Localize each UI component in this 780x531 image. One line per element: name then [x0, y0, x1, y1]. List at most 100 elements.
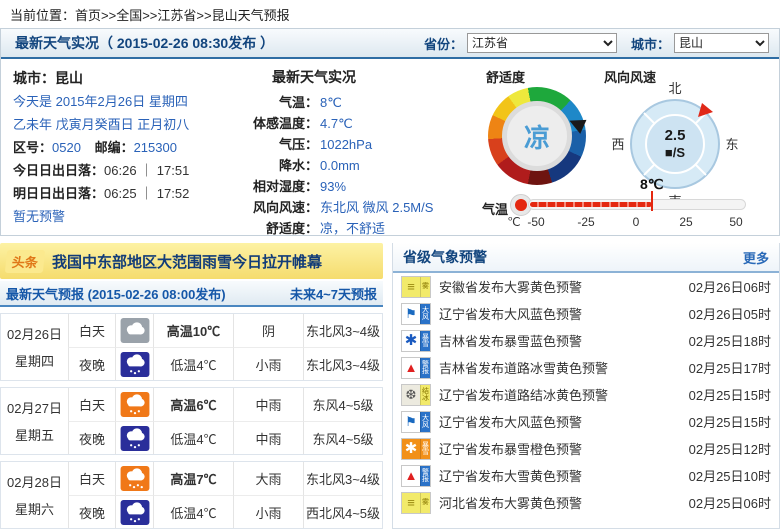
forecast-panel: 头条 我国中东部地区大范围雨雪今日拉开帷幕 最新天气预报 (2015-02-26… — [0, 243, 383, 529]
headline-bar[interactable]: 头条 我国中东部地区大范围雨雪今日拉开帷幕 — [0, 243, 383, 279]
sunrise-tomorrow-label: 明日日出日落： — [13, 186, 105, 201]
forecast-high-temp: 高温10℃ — [153, 314, 233, 347]
forecast-weekday: 星期四 — [14, 354, 54, 369]
warning-text[interactable]: 辽宁省发布暴雪橙色预警 — [431, 439, 689, 458]
headline-title[interactable]: 我国中东部地区大范围雨雪今日拉开帷幕 — [52, 251, 322, 272]
wind-warning-icon: ⚑ 大风 — [401, 410, 431, 433]
warning-list-item[interactable]: ▲ 警报 辽宁省发布大雪黄色预警 02月25日10时 — [393, 462, 779, 489]
forecast-high-temp: 高温6℃ — [153, 388, 233, 421]
warning-text[interactable]: 辽宁省发布道路结冰黄色预警 — [431, 385, 689, 404]
warning-time: 02月26日06时 — [688, 280, 771, 295]
headline-badge: 头条 — [4, 249, 46, 273]
live-conditions-panel: 最新天气实况（ 2015-02-26 08:30发布 ） 省份： 江苏省 城市：… — [0, 28, 780, 236]
thermometer-current-value: 8℃ — [640, 176, 664, 192]
compass-inner-circle — [645, 114, 705, 174]
comfort-value: 凉，不舒适 — [320, 221, 386, 236]
warning-list-item[interactable]: ⚑ 大风 辽宁省发布大风蓝色预警 02月26日05时 — [393, 300, 779, 327]
forecast-day-row: 02月26日 星期四 白天 高温10℃ 阴 东北风3~4级 夜晚 低温4℃ 小雨… — [0, 313, 383, 381]
live-conditions-title: 最新天气实况（ 2015-02-26 08:30发布 ） — [15, 35, 275, 51]
weather-overcast-icon — [120, 318, 149, 343]
warning-text[interactable]: 吉林省发布道路冰雪黄色预警 — [431, 358, 689, 377]
province-warnings-panel: 省级气象预警 更多 ≡ 雾 安徽省发布大雾黄色预警 02月26日06时 ⚑ 大风 辽… — [392, 243, 780, 529]
warning-time: 02月26日05时 — [688, 307, 771, 322]
warning-text[interactable]: 辽宁省发布大风蓝色预警 — [431, 412, 689, 431]
temp-label: 气温： — [278, 95, 318, 110]
warning-time: 02月25日15时 — [688, 415, 771, 430]
warning-text[interactable]: 辽宁省发布大雪黄色预警 — [431, 466, 689, 485]
forecast-period: 夜晚 — [68, 421, 115, 454]
alert-warning-icon: ▲ 警报 — [401, 464, 431, 487]
city-select[interactable]: 昆山 — [674, 33, 769, 53]
compass-west-label: 西 — [611, 137, 624, 152]
weather-rain-night-icon — [120, 425, 149, 451]
forecast-wind: 东北风3~4级 — [303, 347, 382, 380]
warnings-more-link[interactable]: 更多 — [743, 248, 779, 267]
humidity-label: 相对湿度： — [252, 179, 318, 194]
warning-text[interactable]: 辽宁省发布大风蓝色预警 — [431, 304, 689, 323]
province-select[interactable]: 江苏省 — [466, 33, 617, 53]
forecast-period: 白天 — [68, 388, 115, 421]
sunrise-tomorrow-value: 06:25 ｜ 17:52 — [104, 186, 190, 201]
today-date: 今天是 2015年2月26日 星期四 — [13, 94, 188, 109]
wind-label: 风向风速： — [252, 200, 318, 215]
no-warning-link[interactable]: 暂无预警 — [13, 205, 226, 228]
wind-speed-value: 2.5 — [665, 127, 686, 144]
warning-list-item[interactable]: ≡ 雾 河北省发布大雾黄色预警 02月25日06时 — [393, 489, 779, 516]
warnings-title: 省级气象预警 — [403, 249, 487, 265]
precip-value: 0.0mm — [320, 158, 360, 173]
forecast-weather: 小雨 — [233, 495, 303, 528]
forecast-wind: 东北风3~4级 — [303, 314, 382, 347]
warning-list-item[interactable]: ✱ 暴雪 辽宁省发布暴雪橙色预警 02月25日12时 — [393, 435, 779, 462]
warnings-header: 省级气象预警 更多 — [393, 243, 779, 273]
pressure-label: 气压： — [278, 137, 318, 152]
weather-rain-day-icon — [120, 392, 149, 417]
forecast-period: 白天 — [68, 314, 115, 347]
forecast-wind: 东北风3~4级 — [303, 462, 382, 495]
forecast-weather: 阴 — [233, 314, 303, 347]
comfort-label: 舒适度： — [265, 221, 318, 236]
warning-text[interactable]: 安徽省发布大雾黄色预警 — [431, 277, 689, 296]
weather-light-rain-night-icon — [120, 499, 149, 525]
fog-warning-icon: ≡ 雾 — [401, 491, 431, 514]
gauges-panel: 舒适度 风向风速 凉 ◀ 2.5 ■/S 北 东 西 气温 8℃ ℃ -50 -… — [476, 65, 779, 239]
warning-list-item[interactable]: ✱ 暴雪 吉林省发布暴雪蓝色预警 02月25日18时 — [393, 327, 779, 354]
forecast-title: 最新天气预报 (2015-02-26 08:00发布) — [6, 286, 226, 302]
pressure-value: 1022hPa — [320, 137, 373, 152]
compass-east-label: 东 — [725, 137, 738, 152]
comfort-level-text: 凉 — [523, 122, 550, 153]
forecast-date: 02月28日 — [7, 475, 62, 490]
zip-code-label: 邮编： — [94, 140, 134, 155]
thermo-tick: -25 — [577, 215, 595, 229]
warning-list-item[interactable]: ▲ 警报 吉林省发布道路冰雪黄色预警 02月25日17时 — [393, 354, 779, 381]
warning-text[interactable]: 吉林省发布暴雪蓝色预警 — [431, 331, 689, 350]
forecast-low-temp: 低温4℃ — [153, 421, 233, 454]
road-ice-warning-icon: ❆ 结冰 — [401, 383, 431, 406]
wind-speed-unit: ■/S — [665, 145, 685, 160]
warning-list-item[interactable]: ❆ 结冰 辽宁省发布道路结冰黄色预警 02月25日15时 — [393, 381, 779, 408]
warning-time: 02月25日18时 — [688, 334, 771, 349]
warning-list-item[interactable]: ≡ 雾 安徽省发布大雾黄色预警 02月26日06时 — [393, 273, 779, 300]
warning-list-item[interactable]: ⚑ 大风 辽宁省发布大风蓝色预警 02月25日15时 — [393, 408, 779, 435]
forecast-period: 夜晚 — [68, 495, 115, 528]
breadcrumb-path[interactable]: 首页>>全国>>江苏省>>昆山天气预报 — [75, 8, 290, 23]
forecast-day-row: 02月28日 星期六 白天 高温7℃ 大雨 东北风3~4级 夜晚 低温4℃ 小雨… — [0, 461, 383, 529]
warning-text[interactable]: 河北省发布大雾黄色预警 — [431, 493, 689, 512]
forecast-header: 最新天气预报 (2015-02-26 08:00发布) 未来4~7天预报 — [0, 281, 383, 307]
forecast-date: 02月27日 — [7, 401, 62, 416]
forecast-period: 夜晚 — [68, 347, 115, 380]
forecast-future-link[interactable]: 未来4~7天预报 — [290, 284, 383, 303]
weather-heavy-rain-day-icon — [120, 466, 149, 491]
thermo-tick: 50 — [729, 215, 743, 229]
area-code-value: 0520 — [52, 140, 81, 155]
forecast-period: 白天 — [68, 462, 115, 495]
forecast-weather: 中雨 — [233, 388, 303, 421]
thermo-tick: 0 — [632, 215, 640, 229]
zip-code-value: 215300 — [133, 140, 177, 155]
warning-time: 02月25日06时 — [688, 496, 771, 511]
thermometer-marker — [651, 191, 653, 211]
precip-label: 降水： — [278, 158, 318, 173]
warning-time: 02月25日10时 — [688, 469, 771, 484]
forecast-low-temp: 低温4℃ — [153, 347, 233, 380]
fog-warning-icon: ≡ 雾 — [401, 275, 431, 298]
city-label: 城市： — [630, 36, 670, 52]
